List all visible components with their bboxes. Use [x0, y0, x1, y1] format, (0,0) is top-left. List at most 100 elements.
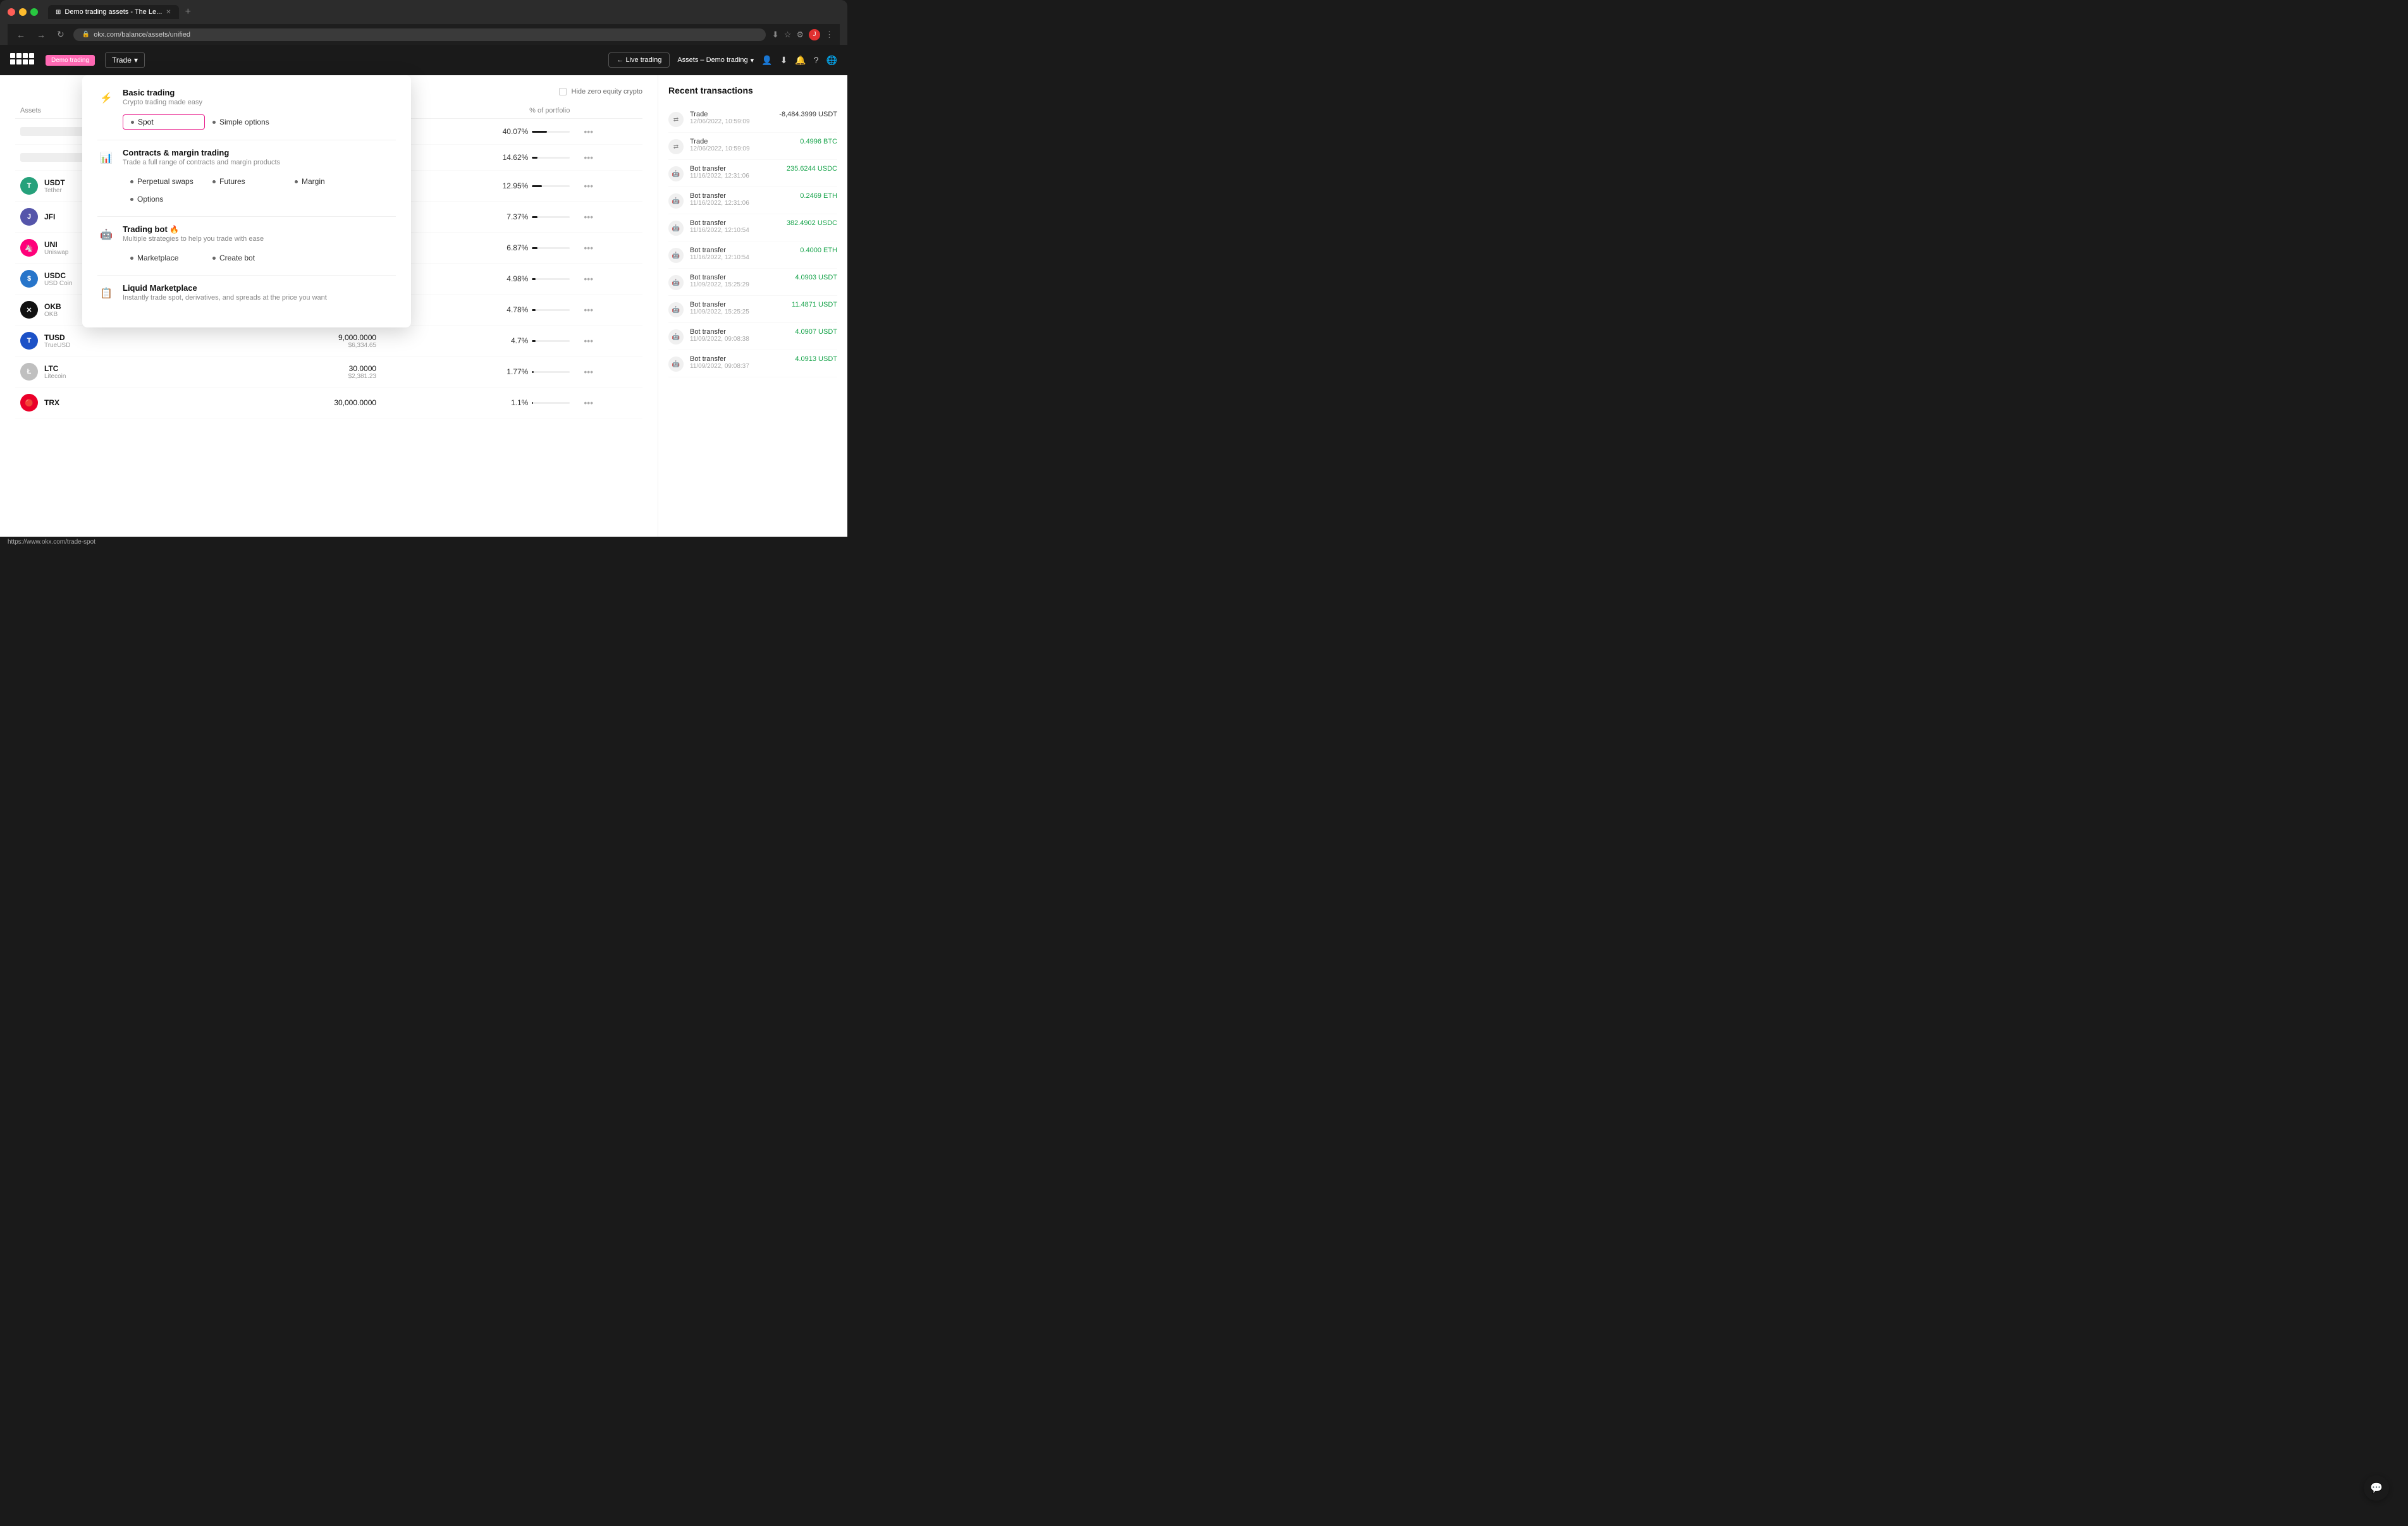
address-bar[interactable]: 🔒 okx.com/balance/assets/unified: [73, 28, 766, 41]
basic-trading-items: Spot Simple options: [123, 114, 396, 130]
portfolio-pct: 1.1%: [511, 398, 528, 407]
contracts-section: 📊 Contracts & margin trading Trade a ful…: [97, 148, 396, 206]
asset-icon: 🔴: [20, 394, 38, 412]
asset-fullname: USD Coin: [44, 280, 72, 287]
contracts-icon: 📊: [97, 149, 115, 167]
more-button[interactable]: •••: [580, 272, 597, 285]
more-button[interactable]: •••: [580, 151, 597, 164]
transactions-title: Recent transactions: [668, 85, 837, 95]
bell-icon[interactable]: 🔔: [795, 55, 806, 66]
asset-icon: Ł: [20, 363, 38, 381]
tx-type: Bot transfer: [690, 301, 785, 308]
new-tab-button[interactable]: +: [181, 6, 195, 18]
chat-button[interactable]: 💬: [2364, 1475, 2389, 1501]
asset-icon: 🦄: [20, 239, 38, 257]
globe-icon[interactable]: 🌐: [826, 55, 837, 66]
bookmark-icon[interactable]: ☆: [784, 30, 792, 40]
close-button[interactable]: [8, 8, 15, 16]
spot-item[interactable]: Spot: [123, 114, 205, 130]
forward-button[interactable]: →: [34, 28, 48, 41]
portfolio-pct: 6.87%: [507, 243, 528, 252]
tx-date: 11/09/2022, 09:08:37: [690, 363, 789, 370]
more-button[interactable]: •••: [580, 334, 597, 347]
more-actions-cell: •••: [575, 202, 642, 233]
tx-type: Bot transfer: [690, 192, 794, 200]
extension-icon[interactable]: ⚙: [796, 30, 804, 40]
chevron-down-icon: ▾: [134, 56, 138, 64]
tx-type: Trade: [690, 111, 773, 118]
user-icon[interactable]: 👤: [761, 55, 772, 66]
liquid-subtitle: Instantly trade spot, derivatives, and s…: [123, 294, 327, 302]
asset-name-cell: Ł LTC Litecoin: [15, 357, 230, 388]
divider-3: [97, 275, 396, 276]
header-right: ← Live trading Assets – Demo trading ▾ 👤…: [608, 52, 837, 68]
perpetual-swaps-item[interactable]: Perpetual swaps: [123, 174, 205, 188]
more-actions-cell: •••: [575, 264, 642, 295]
dot-icon: [212, 121, 216, 124]
tx-icon: 🤖: [668, 193, 684, 209]
more-button[interactable]: •••: [580, 211, 597, 223]
tab-title: Demo trading assets - The Le...: [64, 8, 162, 16]
trade-button[interactable]: Trade ▾: [105, 52, 145, 68]
tx-date: 11/16/2022, 12:10:54: [690, 254, 794, 261]
live-trading-button[interactable]: ← Live trading: [608, 52, 670, 68]
asset-ticker: TRX: [44, 398, 59, 407]
active-tab[interactable]: ⊞ Demo trading assets - The Le... ✕: [48, 5, 179, 19]
reload-button[interactable]: ↻: [54, 28, 67, 41]
tx-amount: 382.4902 USDC: [787, 219, 837, 227]
simple-options-item[interactable]: Simple options: [205, 114, 287, 130]
list-item: 🤖 Bot transfer 11/16/2022, 12:31:06 0.24…: [668, 187, 837, 214]
dot-icon: [212, 180, 216, 183]
more-button[interactable]: •••: [580, 180, 597, 192]
more-button[interactable]: •••: [580, 303, 597, 316]
amount-main: 9,000.0000: [235, 333, 376, 342]
hide-zero-checkbox[interactable]: [559, 88, 567, 95]
browser-actions: ⬇ ☆ ⚙ J ⋮: [772, 29, 833, 40]
marketplace-item[interactable]: Marketplace: [123, 251, 205, 265]
back-button[interactable]: ←: [14, 28, 28, 41]
maximize-button[interactable]: [30, 8, 38, 16]
basic-trading-title: Basic trading: [123, 88, 202, 97]
dot-icon: [130, 198, 133, 201]
more-actions-cell: •••: [575, 295, 642, 326]
asset-icon: T: [20, 332, 38, 350]
asset-icon: $: [20, 270, 38, 288]
more-button[interactable]: •••: [580, 365, 597, 378]
tx-date: 11/16/2022, 12:10:54: [690, 227, 780, 234]
trade-dropdown: ⚡ Basic trading Crypto trading made easy…: [82, 75, 411, 327]
asset-fullname: Tether: [44, 187, 65, 194]
tx-type: Bot transfer: [690, 328, 789, 336]
more-button[interactable]: •••: [580, 125, 597, 138]
download-icon[interactable]: ⬇: [780, 55, 788, 66]
options-item[interactable]: Options: [123, 192, 205, 206]
futures-item[interactable]: Futures: [205, 174, 287, 188]
amount-usd: $2,381.23: [235, 373, 376, 380]
profile-icon[interactable]: J: [809, 29, 820, 40]
tx-amount: 0.2469 ETH: [800, 192, 837, 200]
menu-icon[interactable]: ⋮: [825, 30, 833, 40]
progress-fill: [532, 247, 537, 249]
tx-date: 11/16/2022, 12:31:06: [690, 173, 780, 180]
margin-item[interactable]: Margin: [287, 174, 369, 188]
portfolio-pct: 4.78%: [507, 305, 528, 314]
status-bar: https://www.okx.com/trade-spot: [0, 537, 847, 547]
download-icon[interactable]: ⬇: [772, 30, 779, 40]
amount-cell: 30,000.0000: [230, 388, 381, 418]
progress-fill: [532, 340, 536, 342]
liquid-icon: 📋: [97, 284, 115, 302]
create-bot-item[interactable]: Create bot: [205, 251, 287, 265]
portfolio-cell: 1.1%: [381, 388, 575, 418]
minimize-button[interactable]: [19, 8, 27, 16]
tab-close-icon[interactable]: ✕: [166, 9, 171, 16]
liquid-marketplace-section: 📋 Liquid Marketplace Instantly trade spo…: [97, 283, 396, 302]
more-button[interactable]: •••: [580, 396, 597, 409]
assets-demo-button[interactable]: Assets – Demo trading ▾: [677, 56, 754, 64]
tx-amount: -8,484.3999 USDT: [779, 111, 837, 118]
portfolio-pct: 4.98%: [507, 274, 528, 283]
tx-icon: 🤖: [668, 357, 684, 372]
list-item: 🤖 Bot transfer 11/09/2022, 09:08:37 4.09…: [668, 350, 837, 377]
asset-fullname: Uniswap: [44, 249, 68, 256]
more-button[interactable]: •••: [580, 241, 597, 254]
progress-fill: [532, 278, 536, 280]
help-icon[interactable]: ?: [814, 55, 819, 65]
